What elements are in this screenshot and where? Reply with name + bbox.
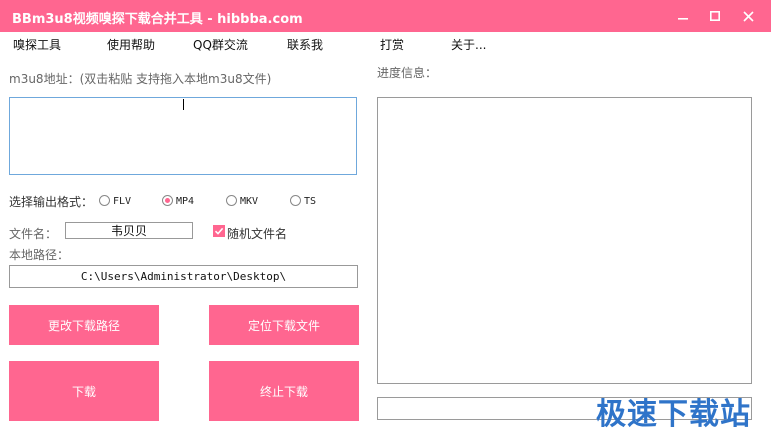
filename-input[interactable]: 韦贝贝 (65, 222, 193, 239)
maximize-button[interactable] (698, 0, 732, 32)
minimize-button[interactable] (666, 0, 700, 32)
radio-ts-label[interactable]: TS (304, 196, 316, 207)
text-caret (183, 99, 184, 110)
progress-info-label: 进度信息： (377, 66, 438, 80)
checkmark-icon (214, 227, 224, 235)
radio-mp4[interactable] (162, 195, 173, 206)
radio-mkv[interactable] (226, 195, 237, 206)
menu-bar: 嗅探工具 使用帮助 QQ群交流 联系我 打赏 关于... (0, 32, 771, 56)
window-title: BBm3u8视频嗅探下载合并工具 - hibbba.com (12, 12, 303, 27)
m3u8-address-label: m3u8地址：(双击粘贴 支持拖入本地m3u8文件) (9, 72, 272, 86)
menu-item-help[interactable]: 使用帮助 (107, 36, 155, 53)
maximize-icon (710, 11, 720, 21)
locate-file-button[interactable]: 定位下载文件 (209, 305, 359, 345)
local-path-label: 本地路径： (9, 248, 70, 262)
random-filename-label[interactable]: 随机文件名 (227, 225, 287, 242)
stop-download-button[interactable]: 终止下载 (209, 361, 359, 421)
progress-log-panel[interactable] (377, 97, 752, 384)
site-watermark: 极速下载站 (596, 397, 751, 432)
close-icon (742, 10, 754, 22)
close-button[interactable] (731, 0, 765, 32)
radio-flv-label[interactable]: FLV (113, 196, 131, 207)
menu-item-sniff-tool[interactable]: 嗅探工具 (13, 36, 61, 53)
radio-mkv-label[interactable]: MKV (240, 196, 258, 207)
radio-mp4-label[interactable]: MP4 (176, 196, 194, 207)
title-bar[interactable]: BBm3u8视频嗅探下载合并工具 - hibbba.com (0, 0, 771, 32)
random-filename-checkbox[interactable] (213, 225, 225, 237)
radio-ts[interactable] (290, 195, 301, 206)
download-button[interactable]: 下载 (9, 361, 159, 421)
change-path-button[interactable]: 更改下载路径 (9, 305, 159, 345)
menu-item-donate[interactable]: 打赏 (380, 36, 404, 53)
radio-flv[interactable] (99, 195, 110, 206)
minimize-icon (678, 18, 688, 20)
filename-label: 文件名： (9, 227, 58, 241)
menu-item-contact[interactable]: 联系我 (287, 36, 323, 53)
local-path-input[interactable]: C:\Users\Administrator\Desktop\ (9, 265, 358, 288)
output-format-label: 选择输出格式： (9, 195, 94, 209)
menu-item-about[interactable]: 关于... (451, 36, 486, 53)
menu-item-qq-group[interactable]: QQ群交流 (193, 36, 248, 53)
